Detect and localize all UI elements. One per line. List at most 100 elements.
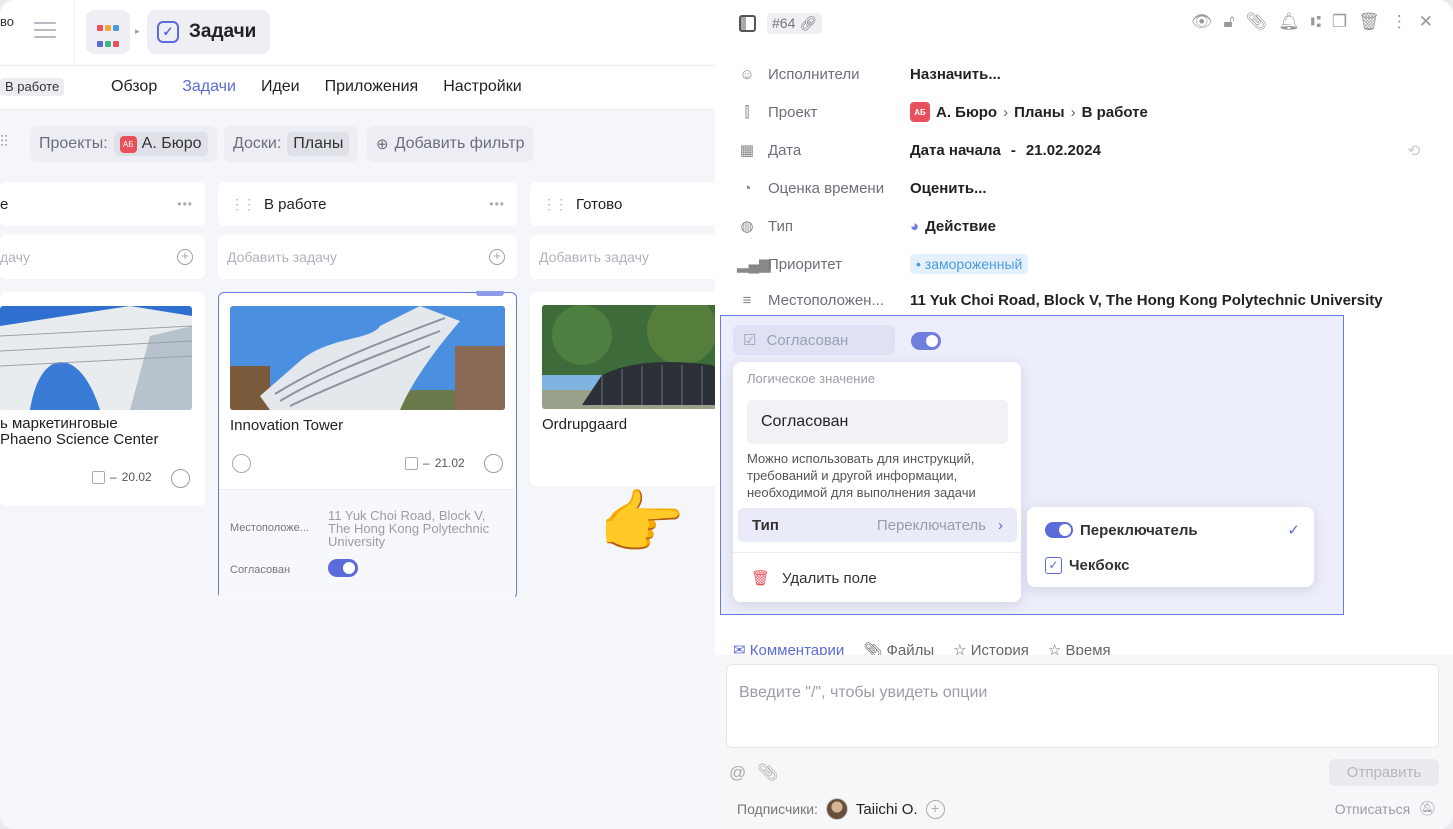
prop-date[interactable]: ▦ Дата Дата начала - 21.02.2024 [737, 138, 1427, 162]
field-settings-popup: Логическое значение Согласован Можно исп… [733, 362, 1021, 602]
task-card-selected[interactable]: Innovation Tower – 21.02 Местоположе... … [218, 291, 517, 599]
prop-value[interactable]: Назначить... [910, 66, 1001, 83]
task-card[interactable]: ь маркетинговые Phaeno Science Center – … [0, 292, 205, 506]
field-approved-label[interactable]: ☑ Согласован [733, 325, 895, 355]
add-task-icon[interactable]: + [489, 249, 505, 265]
add-subscriber-icon[interactable]: + [925, 799, 945, 819]
divider [733, 552, 1021, 553]
priority-value: замороженный [924, 256, 1023, 272]
type-option-checkbox[interactable]: ✓ Чекбокс [1045, 554, 1300, 576]
column-header[interactable]: е ••• [0, 182, 205, 226]
reminder-icon[interactable]: 🔔︎ [1278, 12, 1300, 32]
column-title: Готово [576, 195, 623, 213]
card-status-icon[interactable] [232, 454, 251, 473]
status-chip[interactable]: В работе [0, 78, 65, 96]
sidebar-toggle-icon[interactable] [739, 15, 756, 32]
lock-icon[interactable]: 🔓︎ [1223, 12, 1234, 32]
add-task-input[interactable]: дачу + [0, 235, 205, 279]
card-image [542, 305, 730, 409]
prop-label: Тип [768, 217, 794, 235]
prop-assignees[interactable]: ☺ Исполнители Назначить... [737, 62, 1427, 86]
add-task-input[interactable]: Добавить задачу + [218, 235, 517, 279]
unsubscribe-label: Отписаться [1334, 800, 1411, 817]
prop-value[interactable]: ◕ Действие [910, 218, 996, 235]
boards-filter-label: Доски: [233, 135, 282, 152]
prop-project[interactable]: ⫿ Проект АБ А. Бюро › Планы › В работе [737, 100, 1427, 124]
delete-field-button[interactable]: 🗑︎ Удалить поле [751, 569, 877, 588]
mention-icon[interactable]: @ [729, 763, 746, 783]
prop-value[interactable]: АБ А. Бюро › Планы › В работе [910, 102, 1148, 122]
type-option-switch[interactable]: Переключатель ✓ [1045, 519, 1300, 541]
task-id[interactable]: #64 🔗︎ [767, 13, 823, 34]
projects-filter[interactable]: Проекты: АБ А. Бюро [30, 126, 217, 162]
type-option-label: Чекбокс [1069, 556, 1130, 574]
add-task-placeholder: Добавить задачу [539, 249, 649, 265]
field-name-input[interactable]: Согласован [747, 400, 1008, 444]
field-description: Можно использовать для инструкций, требо… [747, 451, 976, 500]
delete-icon[interactable]: 🗑︎ [1358, 12, 1380, 32]
approved-toggle[interactable] [911, 332, 941, 350]
repeat-icon[interactable]: ⟲ [1407, 141, 1431, 161]
section-title-button[interactable]: ✓ Задачи [147, 10, 271, 54]
tab-settings[interactable]: Настройки [443, 78, 521, 96]
apps-grid-button[interactable] [86, 10, 130, 54]
complete-task-checkbox[interactable] [484, 454, 503, 473]
card-date[interactable]: – 20.02 [92, 470, 152, 484]
menu-icon[interactable] [34, 22, 56, 40]
close-icon[interactable]: ✕ [1419, 12, 1433, 32]
comment-input[interactable]: Введите "/", чтобы увидеть опции [726, 664, 1439, 748]
tab-overview[interactable]: Обзор [111, 78, 157, 96]
complete-task-checkbox[interactable] [171, 469, 190, 488]
approved-toggle[interactable] [328, 559, 358, 577]
workspace-name[interactable]: во [0, 14, 14, 29]
add-filter-button[interactable]: ⊕ Добавить фильтр [367, 126, 534, 162]
divider [74, 0, 75, 66]
prop-type[interactable]: ◍ Тип ◕ Действие [737, 214, 1427, 238]
copy-icon[interactable]: ❐ [1332, 12, 1347, 32]
drag-handle-icon[interactable]: ⋮⋮ [542, 196, 568, 213]
add-task-input[interactable]: Добавить задачу [530, 235, 730, 279]
column-header[interactable]: ⋮⋮ Готово [530, 182, 730, 226]
attach-icon[interactable]: 📎︎ [1246, 12, 1268, 32]
tab-apps[interactable]: Приложения [325, 78, 419, 96]
prop-value[interactable]: Дата начала - 21.02.2024 [910, 142, 1101, 159]
filter-settings-icon[interactable]: ⫶⫶ [0, 134, 8, 152]
calendar-icon [405, 456, 418, 470]
task-card[interactable]: Ordrupgaard [530, 292, 730, 486]
boards-filter[interactable]: Доски: Планы [224, 126, 359, 162]
add-task-placeholder: Добавить задачу [227, 249, 337, 265]
avatar[interactable] [825, 798, 848, 820]
action-type-icon: ◕ [910, 217, 920, 235]
chevron-right-icon: › [998, 516, 1003, 534]
subscriber-name[interactable]: Taiichi O. [856, 801, 918, 818]
tab-tasks[interactable]: Задачи [182, 78, 236, 96]
section-title: Задачи [189, 21, 257, 42]
date-end: 21.02.2024 [1025, 141, 1101, 159]
prop-value[interactable]: Оценить... [910, 180, 987, 197]
column-menu-icon[interactable]: ••• [177, 197, 193, 211]
tab-ideas[interactable]: Идеи [261, 78, 300, 96]
more-icon[interactable]: ⋮ [1391, 12, 1408, 32]
prop-priority[interactable]: ▂▄▆ Приоритет • замороженный [737, 252, 1427, 276]
type-icon: ◍ [740, 218, 754, 235]
attach-icon[interactable]: 📎︎ [757, 763, 779, 783]
unsubscribe-button[interactable]: Отписаться 🔕︎ [1335, 800, 1436, 817]
send-button[interactable]: Отправить [1329, 759, 1439, 786]
prop-location[interactable]: ≡ Местоположен... 11 Yuk Choi Road, Bloc… [737, 288, 1427, 312]
drag-handle-icon[interactable]: ⋮⋮ [230, 196, 256, 213]
checkmark-icon: ✓ [1287, 522, 1300, 539]
card-title: ь маркетинговые Phaeno Science Center [0, 416, 158, 448]
add-task-icon[interactable]: + [177, 249, 193, 265]
type-value: Действие [925, 217, 996, 235]
prop-estimate[interactable]: ◔ Оценка времени Оценить... [737, 176, 1427, 200]
prop-value[interactable]: • замороженный [910, 254, 1029, 274]
watch-icon[interactable]: 👁︎ [1191, 12, 1213, 32]
field-type-select[interactable]: Тип Переключатель › [738, 508, 1017, 542]
column-menu-icon[interactable]: ••• [489, 197, 505, 211]
column-header[interactable]: ⋮⋮ В работе ••• [218, 182, 517, 226]
subtasks-icon[interactable]: ⑆ [1311, 12, 1321, 32]
prop-value[interactable]: 11 Yuk Choi Road, Block V, The Hong Kong… [910, 292, 1383, 309]
timer-icon: ◔ [742, 179, 752, 197]
breadcrumb-arrow-icon: ▸ [135, 26, 140, 36]
card-date[interactable]: – 21.02 [405, 456, 465, 470]
